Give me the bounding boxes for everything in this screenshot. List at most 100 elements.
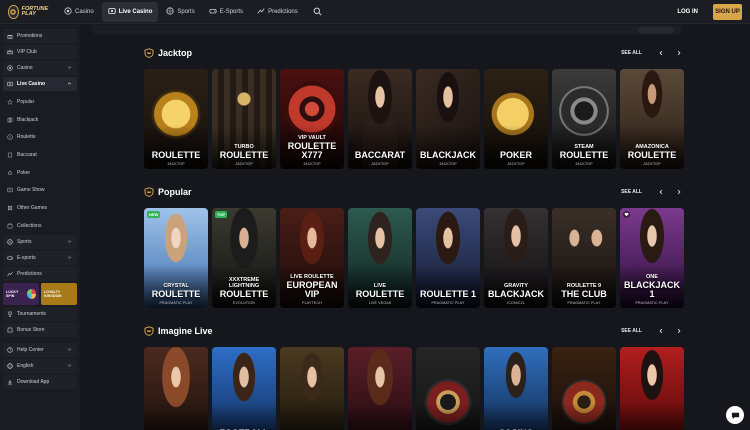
game-card[interactable]: POKER JACKTOP [484,69,548,169]
nav-e-sports[interactable]: E-Sports [203,2,249,22]
scroll-right-button[interactable] [672,324,686,338]
sidebar-item-poker[interactable]: Poker [3,163,77,182]
gamepad-icon [209,7,217,17]
game-card[interactable]: BACCARAT [620,347,684,430]
game-card[interactable]: BACCARAT JACKTOP [348,69,412,169]
game-title: EUROPEAN VIP [286,280,338,299]
sidebar-item-promotions[interactable]: Promotions [3,29,77,43]
nav-casino[interactable]: Casino [58,2,100,22]
scroll-left-button[interactable] [654,46,668,60]
gamepad-icon [7,255,13,261]
sidebar-item-live-casino[interactable]: Live Casino [3,77,77,91]
game-card[interactable]: AUTO [552,347,616,430]
game-card[interactable]: CASINO [484,347,548,430]
sidebar-item-tournaments[interactable]: Tournaments [3,306,77,321]
sidebar-item-e-sports[interactable]: E-sports [3,250,77,265]
game-card[interactable]: LIVE ROULETTE EUROPEAN VIP PLAYTECH [280,208,344,308]
card-shade [416,403,480,430]
sidebar-item-help-center[interactable]: Help Center [3,342,77,357]
chevron-down-icon [67,65,72,70]
game-card[interactable]: FRENCH [144,347,208,430]
see-all-button[interactable]: SEE ALL [617,47,646,59]
see-all-button[interactable]: SEE ALL [617,325,646,337]
game-card[interactable]: VIP VAULT ROULETTE X777 JACKTOP [280,69,344,169]
sidebar-item-label: Casino [17,65,33,71]
game-card[interactable]: GOLD [280,347,344,430]
game-card[interactable]: FOOTBALL [212,347,276,430]
game-provider: JACKTOP [303,162,321,166]
game-card[interactable]: ROULETTE 1 PRAGMATIC PLAY [416,208,480,308]
game-provider: PLAYTECH [302,301,322,305]
game-card[interactable]: LIVE ROULETTE LIVE VEGAS [348,208,412,308]
sidebar-item-vip-club[interactable]: VIP Club [3,45,77,59]
game-card[interactable]: AMAZONICA ROULETTE JACKTOP [620,69,684,169]
card-shade [144,403,208,430]
section-jacktop: Jacktop SEE ALL ROULETTE JACKTOP TURBO ROU… [144,45,686,169]
signup-button[interactable]: SIGN UP [713,4,742,20]
game-provider: JACKTOP [371,162,389,166]
nav-live-casino[interactable]: Live Casino [101,1,159,22]
game-card[interactable]: TURBO ROULETTE JACKTOP [212,69,276,169]
game-provider: JACKTOP [439,162,457,166]
sidebar-item-predictions[interactable]: Predictions [3,266,77,281]
sidebar-item-game-show[interactable]: Game Show [3,181,77,200]
sidebar-item-collections[interactable]: Collections [3,216,77,235]
card-shade [484,403,548,430]
logo-text: FORTUNE PLAY [21,5,49,17]
lucky-spin-card[interactable]: LUCKY SPIN [3,282,39,305]
game-card[interactable]: ONE BLACKJACK 1 PRAGMATIC PLAY [620,208,684,308]
game-provider: JACKTOP [235,162,253,166]
sidebar-item-baccarat[interactable]: Baccarat [3,146,77,164]
sidebar-item-label: VIP Club [17,49,37,55]
login-button[interactable]: LOG IN [669,4,706,20]
game-title: ROULETTE [151,289,201,299]
game-card[interactable]: ROULETTE 9 THE CLUB PRAGMATIC PLAY [552,208,616,308]
sidebar-item-label: Baccarat [17,151,37,158]
favorite-icon[interactable] [623,211,630,218]
top-navigation-bar: FORTUNE PLAY Casino Live Casino Sports E-Sp… [0,0,750,24]
game-card[interactable]: IMAGINELIVE [348,347,412,430]
sidebar-item-blackjack[interactable]: Blackjack [3,110,77,129]
sidebar-item-other-games[interactable]: Other Games [3,199,77,217]
sidebar-item-casino[interactable]: Casino [3,61,77,75]
chevron-right-icon [677,189,681,195]
sidebar-item-bonus-store[interactable]: Bonus Store [3,322,77,337]
sidebar-item-label: Popular [17,98,35,105]
sidebar-item-english[interactable]: English [3,358,77,373]
live-chat-button[interactable] [726,406,744,424]
sidebar-item-label: Download App [17,378,50,385]
scroll-right-button[interactable] [672,185,686,199]
chevron-down-icon [67,363,72,368]
search-button[interactable] [308,2,328,22]
fortune-play-logo[interactable]: FORTUNE PLAY [0,0,52,24]
game-provider: PRAGMATIC PLAY [159,301,193,305]
game-title: ROULETTE [627,150,677,160]
poker-icon [7,170,13,176]
game-title: ROULETTE [559,150,609,160]
game-card[interactable]: SPEED AUTO [416,347,480,430]
game-subtitle: XXXTREME LIGHTNING [228,277,260,289]
game-card[interactable]: GRAVITY BLACKJACK ICONIC21 [484,208,548,308]
nav-predictions[interactable]: Predictions [251,2,304,22]
scroll-right-button[interactable] [672,46,686,60]
sidebar-item-roulette[interactable]: Roulette [3,128,77,147]
game-card[interactable]: CRYSTAL ROULETTE PRAGMATIC PLAY NEW [144,208,208,308]
nav-sports[interactable]: Sports [160,2,200,22]
main-nav: Casino Live Casino Sports E-Sports Predictio… [58,1,304,22]
scroll-left-button[interactable] [654,185,668,199]
sports-ball-icon [166,6,174,17]
see-all-button[interactable]: SEE ALL [617,186,646,198]
loyalty-kingdom-card[interactable]: LOYALTY KINGDOM [41,282,77,305]
sidebar-item-label: Promotions [17,33,43,39]
game-title: BLACKJACK 1 [624,280,680,299]
sidebar-item-download-app[interactable]: Download App [3,374,77,389]
game-card[interactable]: BLACKJACK JACKTOP [416,69,480,169]
game-card[interactable]: STEAM ROULETTE JACKTOP [552,69,616,169]
sidebar-item-popular[interactable]: Popular [3,93,77,111]
game-card[interactable]: ROULETTE JACKTOP [144,69,208,169]
language-icon [7,362,13,369]
scroll-left-button[interactable] [654,324,668,338]
game-provider: PRAGMATIC PLAY [431,301,465,305]
sidebar-item-sports[interactable]: Sports [3,234,77,249]
game-card[interactable]: XXXTREME LIGHTNING ROULETTE EVOLUTION TOP [212,208,276,308]
